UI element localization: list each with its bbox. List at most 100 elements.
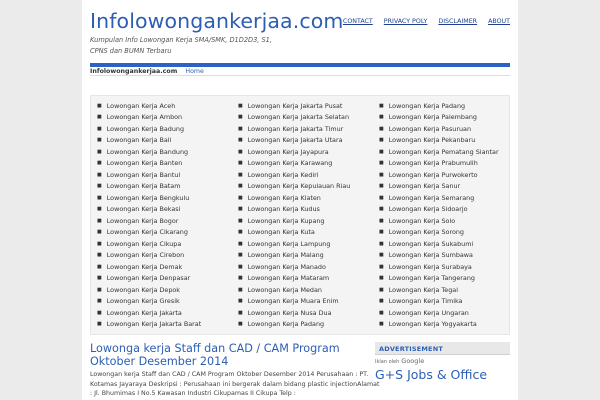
breadcrumb-home[interactable]: Home xyxy=(185,68,204,75)
city-link-label[interactable]: Lowongan Kerja Tangerang xyxy=(389,274,475,282)
city-link-item[interactable]: ■ Lowongan Kerja Padang xyxy=(238,319,350,331)
city-link-item[interactable]: ■ Lowongan Kerja Pematang Siantar xyxy=(379,146,499,158)
city-link-label[interactable]: Lowongan Kerja Manado xyxy=(248,263,326,271)
city-link-item[interactable]: ■ Lowongan Kerja Nusa Dua xyxy=(238,307,350,319)
city-link-label[interactable]: Lowongan Kerja Purwokerto xyxy=(389,171,478,179)
city-link-item[interactable]: ■ Lowongan Kerja Sumbawa xyxy=(379,250,499,262)
nav-privacy-policy[interactable]: PRIVACY POLY xyxy=(384,18,428,25)
ads-by-google[interactable]: Iklan oleh Google xyxy=(375,357,424,365)
city-link-label[interactable]: Lowongan Kerja Sorong xyxy=(389,228,464,236)
city-link-label[interactable]: Lowongan Kerja Lampung xyxy=(248,240,331,248)
city-link-label[interactable]: Lowongan Kerja Solo xyxy=(389,217,455,225)
city-link-label[interactable]: Lowongan Kerja Jakarta Pusat xyxy=(248,102,343,110)
ad-link[interactable]: G+S Jobs & Office xyxy=(375,368,510,382)
city-link-label[interactable]: Lowongan Kerja Palembang xyxy=(389,113,477,121)
city-link-item[interactable]: ■ Lowongan Kerja Bogor xyxy=(97,215,201,227)
city-link-label[interactable]: Lowongan Kerja Jakarta Utara xyxy=(248,136,343,144)
city-link-label[interactable]: Lowongan Kerja Cikarang xyxy=(107,228,188,236)
nav-about[interactable]: ABOUT xyxy=(488,18,510,25)
nav-disclaimer[interactable]: DISCLAIMER xyxy=(438,18,477,25)
city-link-item[interactable]: ■ Lowongan Kerja Padang xyxy=(379,100,499,112)
city-link-label[interactable]: Lowongan Kerja Depok xyxy=(107,286,180,294)
city-link-item[interactable]: ■ Lowongan Kerja Cikupa xyxy=(97,238,201,250)
city-link-label[interactable]: Lowongan Kerja Muara Enim xyxy=(248,297,339,305)
city-link-item[interactable]: ■ Lowongan Kerja Demak xyxy=(97,261,201,273)
city-link-item[interactable]: ■ Lowongan Kerja Bengkulu xyxy=(97,192,201,204)
city-link-item[interactable]: ■ Lowongan Kerja Surabaya xyxy=(379,261,499,273)
city-link-label[interactable]: Lowongan Kerja Cirebon xyxy=(107,251,184,259)
city-link-item[interactable]: ■ Lowongan Kerja Bekasi xyxy=(97,204,201,216)
city-link-label[interactable]: Lowongan Kerja Ambon xyxy=(107,113,182,121)
city-link-item[interactable]: ■ Lowongan Kerja Kediri xyxy=(238,169,350,181)
city-link-label[interactable]: Lowongan Kerja Pekanbaru xyxy=(389,136,476,144)
city-link-label[interactable]: Lowongan Kerja Medan xyxy=(248,286,322,294)
city-link-item[interactable]: ■ Lowongan Kerja Banten xyxy=(97,158,201,170)
city-link-item[interactable]: ■ Lowongan Kerja Bandung xyxy=(97,146,201,158)
city-link-label[interactable]: Lowongan Kerja Sukabumi xyxy=(389,240,473,248)
city-link-item[interactable]: ■ Lowongan Kerja Ungaran xyxy=(379,307,499,319)
city-link-item[interactable]: ■ Lowongan Kerja Kepulauan Riau xyxy=(238,181,350,193)
city-link-label[interactable]: Lowongan Kerja Denpasar xyxy=(107,274,191,282)
nav-contact[interactable]: CONTACT xyxy=(343,18,373,25)
city-link-item[interactable]: ■ Lowongan Kerja Sidoarjo xyxy=(379,204,499,216)
city-link-label[interactable]: Lowongan Kerja Jakarta Barat xyxy=(107,320,202,328)
city-link-label[interactable]: Lowongan Kerja Jakarta xyxy=(107,309,182,317)
city-link-label[interactable]: Lowongan Kerja Jakarta Timur xyxy=(248,125,344,133)
city-link-item[interactable]: ■ Lowongan Kerja Solo xyxy=(379,215,499,227)
city-link-item[interactable]: ■ Lowongan Kerja Kuta xyxy=(238,227,350,239)
city-link-item[interactable]: ■ Lowongan Kerja Badung xyxy=(97,123,201,135)
city-link-label[interactable]: Lowongan Kerja Sidoarjo xyxy=(389,205,468,213)
city-link-item[interactable]: ■ Lowongan Kerja Batam xyxy=(97,181,201,193)
city-link-item[interactable]: ■ Lowongan Kerja Yogyakarta xyxy=(379,319,499,331)
city-link-item[interactable]: ■ Lowongan Kerja Depok xyxy=(97,284,201,296)
city-link-label[interactable]: Lowongan Kerja Bekasi xyxy=(107,205,181,213)
city-link-label[interactable]: Lowongan Kerja Bogor xyxy=(107,217,179,225)
city-link-label[interactable]: Lowongan Kerja Bengkulu xyxy=(107,194,190,202)
city-link-item[interactable]: ■ Lowongan Kerja Lampung xyxy=(238,238,350,250)
city-link-item[interactable]: ■ Lowongan Kerja Manado xyxy=(238,261,350,273)
city-link-item[interactable]: ■ Lowongan Kerja Gresik xyxy=(97,296,201,308)
city-link-item[interactable]: ■ Lowongan Kerja Jayapura xyxy=(238,146,350,158)
post-title[interactable]: Lowonga kerja Staff dan CAD / CAM Progra… xyxy=(90,342,380,368)
city-link-item[interactable]: ■ Lowongan Kerja Aceh xyxy=(97,100,201,112)
city-link-label[interactable]: Lowongan Kerja Bandung xyxy=(107,148,188,156)
city-link-label[interactable]: Lowongan Kerja Banten xyxy=(107,159,183,167)
city-link-item[interactable]: ■ Lowongan Kerja Bali xyxy=(97,135,201,147)
city-link-item[interactable]: ■ Lowongan Kerja Purwokerto xyxy=(379,169,499,181)
city-link-label[interactable]: Lowongan Kerja Bantul xyxy=(107,171,180,179)
city-link-item[interactable]: ■ Lowongan Kerja Timika xyxy=(379,296,499,308)
city-link-label[interactable]: Lowongan Kerja Kupang xyxy=(248,217,325,225)
city-link-label[interactable]: Lowongan Kerja Bali xyxy=(107,136,172,144)
city-link-label[interactable]: Lowongan Kerja Batam xyxy=(107,182,181,190)
city-link-item[interactable]: ■ Lowongan Kerja Malang xyxy=(238,250,350,262)
city-link-label[interactable]: Lowongan Kerja Badung xyxy=(107,125,184,133)
city-link-label[interactable]: Lowongan Kerja Tegal xyxy=(389,286,458,294)
city-link-item[interactable]: ■ Lowongan Kerja Jakarta Barat xyxy=(97,319,201,331)
city-link-label[interactable]: Lowongan Kerja Mataram xyxy=(248,274,329,282)
city-link-label[interactable]: Lowongan Kerja Sanur xyxy=(389,182,460,190)
city-link-label[interactable]: Lowongan Kerja Padang xyxy=(389,102,465,110)
city-link-item[interactable]: ■ Lowongan Kerja Pasuruan xyxy=(379,123,499,135)
city-link-item[interactable]: ■ Lowongan Kerja Jakarta Utara xyxy=(238,135,350,147)
city-link-item[interactable]: ■ Lowongan Kerja Kudus xyxy=(238,204,350,216)
city-link-item[interactable]: ■ Lowongan Kerja Sorong xyxy=(379,227,499,239)
city-link-label[interactable]: Lowongan Kerja Kudus xyxy=(248,205,320,213)
city-link-label[interactable]: Lowongan Kerja Pasuruan xyxy=(389,125,471,133)
city-link-label[interactable]: Lowongan Kerja Jakarta Selatan xyxy=(248,113,349,121)
city-link-label[interactable]: Lowongan Kerja Kepulauan Riau xyxy=(248,182,351,190)
city-link-item[interactable]: ■ Lowongan Kerja Sukabumi xyxy=(379,238,499,250)
city-link-item[interactable]: ■ Lowongan Kerja Tegal xyxy=(379,284,499,296)
city-link-label[interactable]: Lowongan Kerja Surabaya xyxy=(389,263,472,271)
city-link-item[interactable]: ■ Lowongan Kerja Sanur xyxy=(379,181,499,193)
city-link-label[interactable]: Lowongan Kerja Sumbawa xyxy=(389,251,473,259)
city-link-item[interactable]: ■ Lowongan Kerja Palembang xyxy=(379,112,499,124)
city-link-label[interactable]: Lowongan Kerja Gresik xyxy=(107,297,180,305)
city-link-label[interactable]: Lowongan Kerja Kediri xyxy=(248,171,319,179)
city-link-item[interactable]: ■ Lowongan Kerja Klaten xyxy=(238,192,350,204)
breadcrumb-site[interactable]: Infolowongankerjaa.com xyxy=(90,68,177,75)
city-link-item[interactable]: ■ Lowongan Kerja Karawang xyxy=(238,158,350,170)
city-link-item[interactable]: ■ Lowongan Kerja Medan xyxy=(238,284,350,296)
city-link-item[interactable]: ■ Lowongan Kerja Jakarta Timur xyxy=(238,123,350,135)
city-link-item[interactable]: ■ Lowongan Kerja Mataram xyxy=(238,273,350,285)
city-link-item[interactable]: ■ Lowongan Kerja Muara Enim xyxy=(238,296,350,308)
